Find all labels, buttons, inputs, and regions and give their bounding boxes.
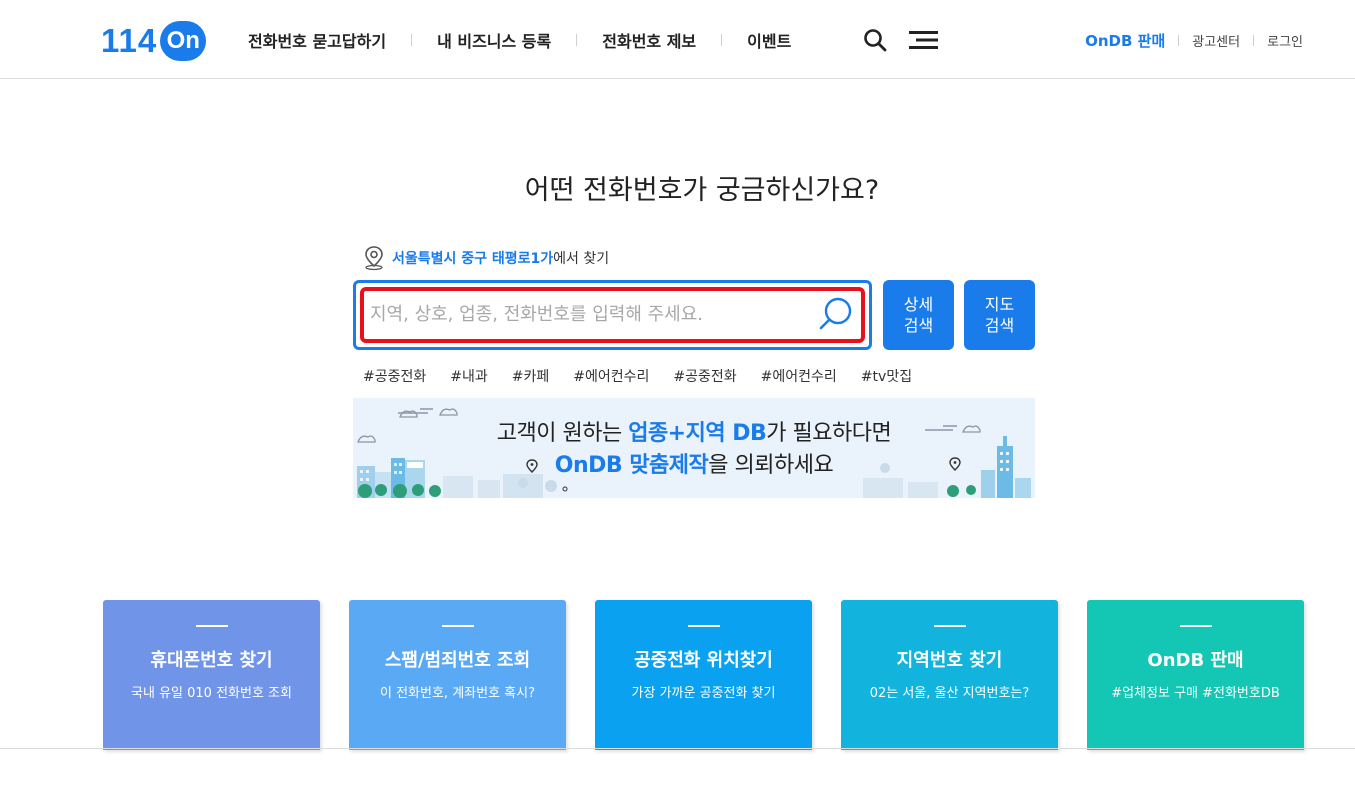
card-title: 스팸/범죄번호 조회	[384, 650, 531, 671]
logo-on-badge: On	[160, 21, 207, 61]
card-subtitle: #업체정보 구매 #전화번호DB	[1111, 686, 1280, 701]
tag-item[interactable]: #tv맛집	[861, 366, 912, 386]
ondb-promo-banner[interactable]: 고객이 원하는 업종+지역 DB가 필요하다면 OnDB 맞춤제작을 의뢰하세요	[353, 398, 1035, 498]
service-cards: 휴대폰번호 찾기 국내 유일 010 전화번호 조회 스팸/범죄번호 조회 이 …	[103, 600, 1304, 750]
logo-number: 114	[101, 22, 158, 59]
location-suffix: 에서 찾기	[553, 251, 610, 267]
banner-line-2: OnDB 맞춤제작을 의뢰하세요	[353, 450, 1035, 482]
detail-search-label-1: 상세	[903, 295, 934, 314]
card-title: OnDB 판매	[1147, 650, 1244, 671]
banner-copy: 고객이 원하는 업종+지역 DB가 필요하다면 OnDB 맞춤제작을 의뢰하세요	[353, 418, 1035, 482]
map-search-button[interactable]: 지도 검색	[964, 280, 1035, 350]
map-search-label-1: 지도	[984, 295, 1015, 314]
map-search-label-2: 검색	[984, 316, 1015, 335]
tag-item[interactable]: #카페	[512, 366, 550, 386]
search-submit-icon[interactable]	[817, 295, 855, 333]
card-title: 지역번호 찾기	[896, 650, 1003, 671]
location-pin-icon	[365, 246, 383, 271]
card-accent-line	[1180, 625, 1212, 627]
tag-item[interactable]: #내과	[450, 366, 488, 386]
tag-item[interactable]: #공중전화	[673, 366, 736, 386]
ondb-sale-link[interactable]: OnDB 판매	[1085, 30, 1165, 51]
banner-line1-pre: 고객이 원하는	[496, 421, 629, 446]
nav-event[interactable]: 이벤트	[747, 28, 791, 52]
tag-item[interactable]: #에어컨수리	[573, 366, 649, 386]
current-location-link[interactable]: 서울특별시 중구 태평로1가	[392, 248, 553, 268]
logo-114on[interactable]: 114 On	[101, 20, 207, 62]
main-nav: 전화번호 묻고답하기 내 비즈니스 등록 전화번호 제보 이벤트	[248, 28, 791, 52]
nav-divider	[411, 34, 413, 46]
card-accent-line	[688, 625, 720, 627]
card-accent-line	[196, 625, 228, 627]
menu-icon[interactable]	[909, 29, 939, 51]
page-headline: 어떤 전화번호가 궁금하신가요?	[524, 175, 880, 206]
card-payphone-locator[interactable]: 공중전화 위치찾기 가장 가까운 공중전화 찾기	[595, 600, 812, 750]
banner-line1-highlight: 업종+지역 DB	[628, 421, 767, 446]
nav-number-report[interactable]: 전화번호 제보	[602, 28, 696, 52]
banner-line2-post: 을 의뢰하세요	[708, 453, 834, 478]
card-subtitle: 국내 유일 010 전화번호 조회	[131, 686, 292, 701]
top-header: 114 On 전화번호 묻고답하기 내 비즈니스 등록 전화번호 제보 이벤트 …	[0, 0, 1355, 79]
popular-tags: #공중전화 #내과 #카페 #에어컨수리 #공중전화 #에어컨수리 #tv맛집	[363, 366, 936, 386]
ad-center-link[interactable]: 광고센터	[1192, 31, 1240, 50]
utility-links: OnDB 판매 광고센터 로그인	[1085, 30, 1303, 51]
card-area-code[interactable]: 지역번호 찾기 02는 서울, 울산 지역번호는?	[841, 600, 1058, 750]
banner-line1-post: 가 필요하다면	[766, 421, 892, 446]
nav-qna[interactable]: 전화번호 묻고답하기	[248, 28, 386, 52]
tag-item[interactable]: #공중전화	[363, 366, 426, 386]
detail-search-label-2: 검색	[903, 316, 934, 335]
banner-line-1: 고객이 원하는 업종+지역 DB가 필요하다면	[353, 418, 1035, 450]
search-icon[interactable]	[863, 28, 887, 52]
util-divider	[1253, 35, 1255, 46]
card-title: 휴대폰번호 찾기	[150, 650, 273, 671]
nav-business-register[interactable]: 내 비즈니스 등록	[437, 28, 551, 52]
search-input[interactable]	[370, 297, 810, 331]
login-link[interactable]: 로그인	[1267, 31, 1303, 50]
card-ondb-sale[interactable]: OnDB 판매 #업체정보 구매 #전화번호DB	[1087, 600, 1304, 750]
detail-search-button[interactable]: 상세 검색	[883, 280, 954, 350]
nav-divider	[721, 34, 723, 46]
card-spam-lookup[interactable]: 스팸/범죄번호 조회 이 전화번호, 계좌번호 혹시?	[349, 600, 566, 750]
card-mobile-number[interactable]: 휴대폰번호 찾기 국내 유일 010 전화번호 조회	[103, 600, 320, 750]
card-accent-line	[442, 625, 474, 627]
footer-divider	[0, 748, 1355, 749]
card-subtitle: 가장 가까운 공중전화 찾기	[631, 686, 776, 701]
nav-divider	[576, 34, 578, 46]
card-accent-line	[934, 625, 966, 627]
location-selector: 서울특별시 중구 태평로1가 에서 찾기	[362, 245, 609, 271]
banner-line2-highlight: OnDB 맞춤제작	[554, 453, 709, 478]
card-title: 공중전화 위치찾기	[634, 650, 773, 671]
tag-item[interactable]: #에어컨수리	[761, 366, 837, 386]
card-subtitle: 02는 서울, 울산 지역번호는?	[869, 686, 1030, 701]
card-subtitle: 이 전화번호, 계좌번호 혹시?	[380, 686, 535, 701]
search-box	[353, 280, 872, 350]
util-divider	[1178, 35, 1180, 46]
